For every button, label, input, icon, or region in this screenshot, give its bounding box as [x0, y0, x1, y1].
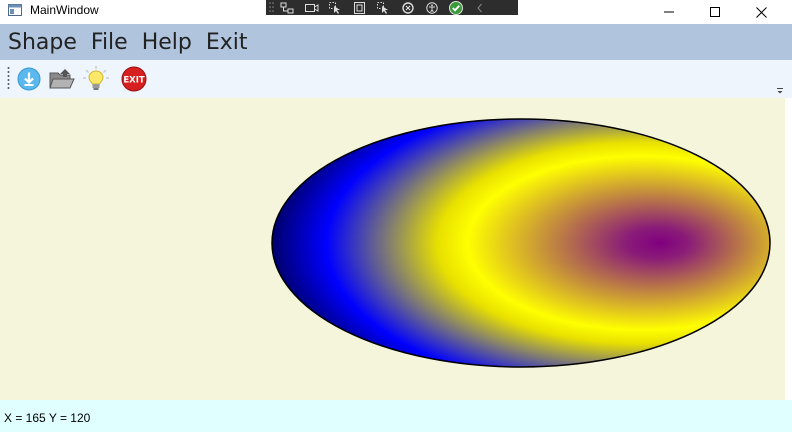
minimize-button[interactable]: [646, 0, 692, 24]
checkmark-icon: [449, 0, 463, 15]
exit-icon: EXIT: [121, 66, 147, 92]
window-title: MainWindow: [30, 3, 99, 17]
accessibility-icon: [426, 1, 438, 14]
canvas-right-edge: [785, 98, 792, 400]
gradient-ellipse[interactable]: [271, 118, 771, 368]
live-tree-button[interactable]: [276, 0, 300, 15]
display-layout-button[interactable]: [348, 0, 372, 15]
cursor-coordinates: X = 165 Y = 120: [4, 411, 91, 425]
menu-file[interactable]: File: [84, 24, 135, 60]
menu-shape[interactable]: Shape: [0, 24, 84, 60]
app-window-icon: [8, 4, 22, 16]
chevron-left-icon: [477, 3, 482, 12]
hot-reload-button[interactable]: [396, 0, 420, 15]
status-ok-button[interactable]: [444, 0, 468, 15]
debug-toolbar: [266, 0, 518, 15]
maximize-icon: [710, 7, 720, 17]
exit-icon-text: EXIT: [123, 76, 145, 86]
open-folder-button[interactable]: [48, 65, 76, 93]
toolbar-grip-icon[interactable]: [7, 66, 10, 92]
track-focus-icon: [377, 1, 388, 14]
menu-help[interactable]: Help: [135, 24, 199, 60]
debug-grip-icon[interactable]: [268, 0, 276, 15]
exit-toolbar-button[interactable]: EXIT: [120, 65, 148, 93]
layout-adorner-icon: [354, 1, 365, 14]
live-tree-icon: [280, 2, 294, 13]
select-pointer-icon: [329, 1, 340, 14]
maximize-button[interactable]: [692, 0, 738, 24]
download-button[interactable]: [15, 65, 43, 93]
select-element-button[interactable]: [324, 0, 348, 15]
menu-bar: Shape File Help Exit: [0, 24, 792, 60]
title-bar: MainWindow: [0, 0, 792, 24]
drawing-canvas[interactable]: [0, 98, 785, 400]
track-focus-button[interactable]: [372, 0, 396, 15]
lightbulb-icon: [83, 66, 109, 90]
close-icon: [755, 6, 767, 18]
open-folder-icon: [49, 69, 75, 89]
close-button[interactable]: [738, 0, 784, 24]
lightbulb-button[interactable]: [82, 65, 110, 93]
toolbar-overflow-icon[interactable]: [776, 87, 784, 95]
download-icon: [17, 67, 41, 91]
video-camera-icon: [305, 3, 319, 12]
video-button[interactable]: [300, 0, 324, 15]
toolbar: EXIT: [0, 60, 792, 99]
hot-reload-icon: [402, 1, 414, 14]
minimize-icon: [664, 11, 674, 13]
canvas-drawing: [271, 118, 771, 368]
collapse-debug-button[interactable]: [468, 0, 492, 15]
status-bar: X = 165 Y = 120: [0, 400, 792, 432]
accessibility-button[interactable]: [420, 0, 444, 15]
menu-exit[interactable]: Exit: [199, 24, 255, 60]
